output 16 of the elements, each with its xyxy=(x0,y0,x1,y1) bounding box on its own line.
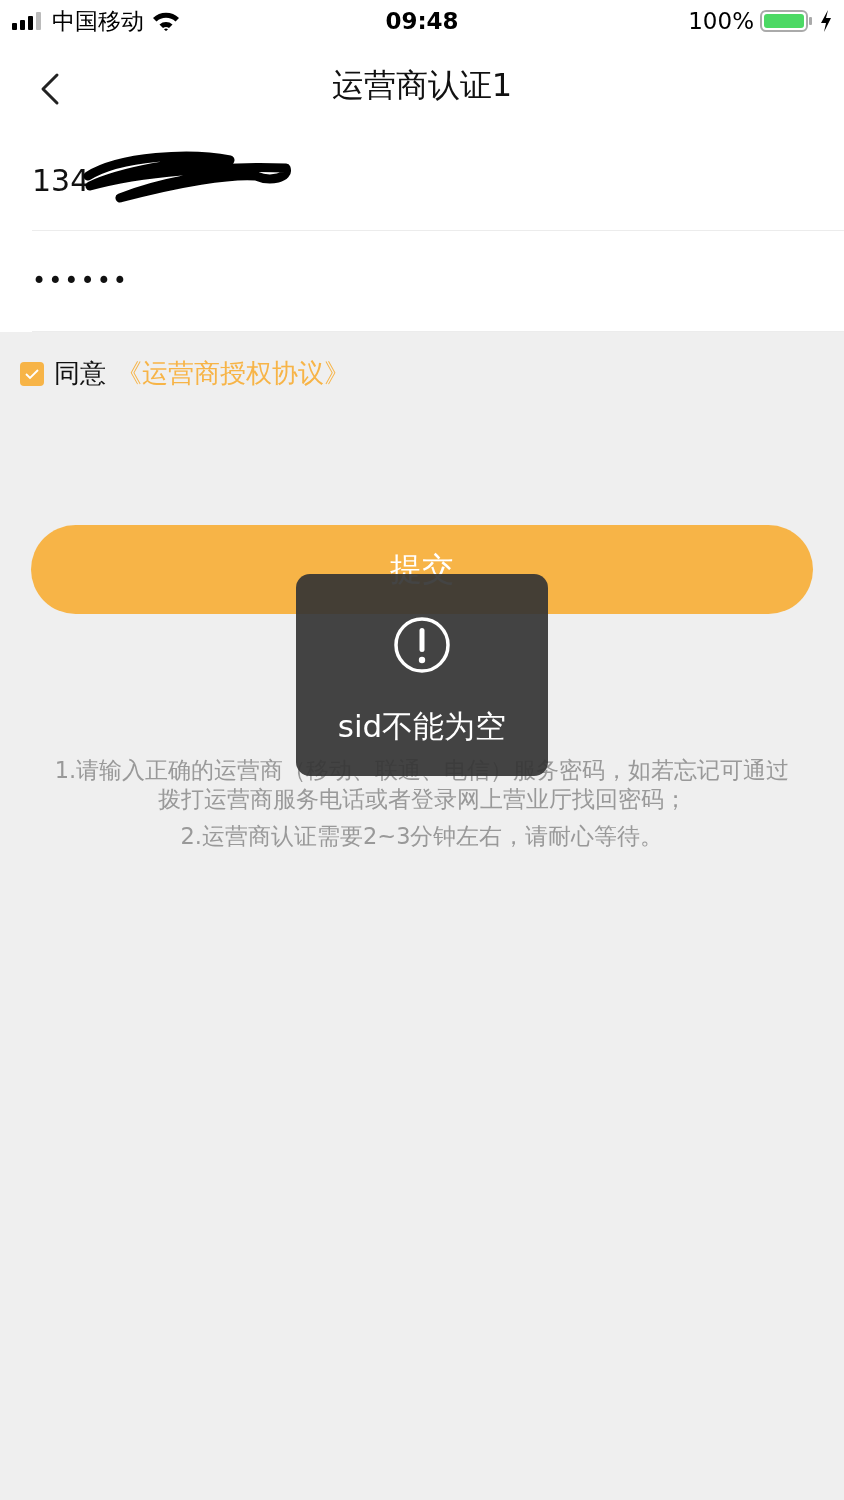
alert-icon xyxy=(393,616,451,674)
agree-label: 同意 xyxy=(54,357,106,390)
phone-field[interactable]: 134 xyxy=(32,162,90,198)
agreement-checkbox[interactable] xyxy=(20,361,44,386)
check-icon xyxy=(24,367,40,380)
battery-icon xyxy=(760,10,814,32)
toast-message: sid不能为空 xyxy=(337,707,507,746)
wifi-icon xyxy=(152,11,180,31)
hint-text: 2.运营商认证需要2~3分钟左右，请耐心等待。 xyxy=(180,822,664,851)
password-field[interactable]: •••••• xyxy=(32,267,129,295)
page-title: 运营商认证1 xyxy=(331,65,513,106)
charging-icon xyxy=(820,10,832,32)
battery-percent: 100% xyxy=(688,8,754,34)
status-time: 09:48 xyxy=(385,8,459,34)
signal-icon xyxy=(12,12,44,30)
carrier-name: 中国移动 xyxy=(52,6,144,36)
